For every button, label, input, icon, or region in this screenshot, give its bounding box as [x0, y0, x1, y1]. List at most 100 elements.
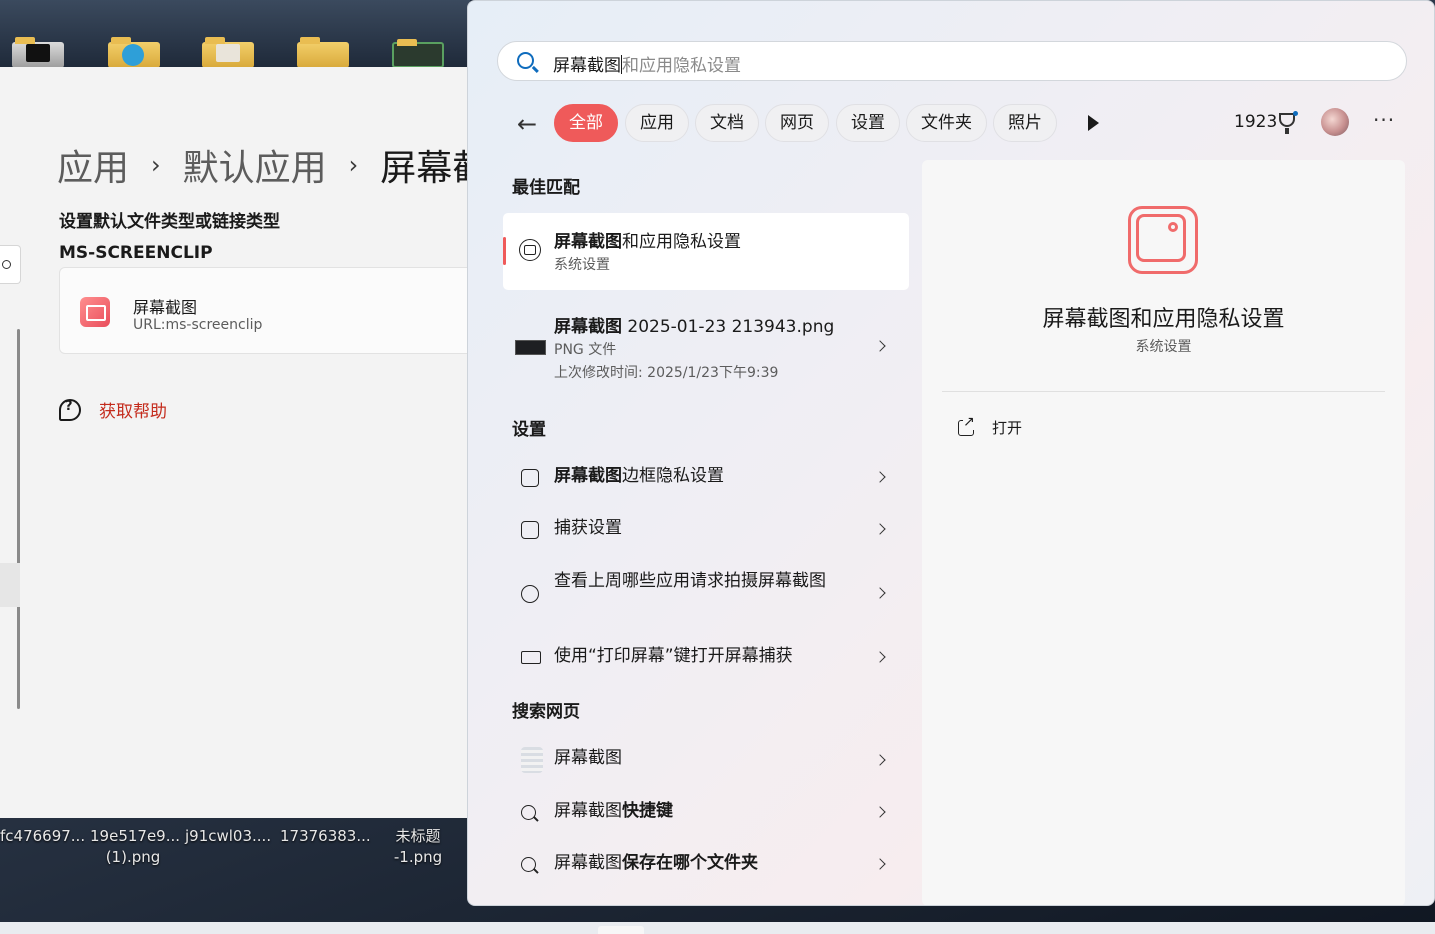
- filter-bar: ← 全部 应用 文档 网页 设置 文件夹 照片 1923 ···: [468, 104, 1434, 142]
- scrollbar[interactable]: [17, 329, 20, 709]
- file-title: 屏幕截图 2025-01-23 213943.png: [554, 312, 834, 337]
- result-label: 屏幕截图边框隐私设置: [554, 464, 724, 489]
- file-title-rest: 2025-01-23 213943.png: [622, 317, 835, 337]
- search-suggestion-text: 和应用隐私设置: [622, 56, 741, 76]
- file-name: 17376383...: [280, 827, 371, 845]
- selection-indicator: [503, 237, 506, 265]
- open-button[interactable]: 打开: [958, 413, 1022, 438]
- best-match-heading: 最佳匹配: [512, 178, 580, 198]
- desktop-app-icon[interactable]: [392, 38, 444, 67]
- desktop-folder-icon[interactable]: [108, 37, 160, 67]
- privacy-image-icon: [519, 239, 541, 261]
- desktop-file[interactable]: 未标题 -1.png: [390, 826, 446, 868]
- result-subtitle: 系统设置: [554, 257, 610, 273]
- result-plain: 屏幕截图: [554, 801, 622, 821]
- rewards-points[interactable]: 1923: [1234, 112, 1277, 132]
- app-url: URL:ms-screenclip: [133, 317, 263, 333]
- file-title-bold: 屏幕截图: [554, 317, 622, 337]
- file-result[interactable]: 屏幕截图 2025-01-23 213943.png PNG 文件 上次修改时间…: [503, 304, 909, 388]
- get-help-link[interactable]: 获取帮助: [59, 397, 167, 422]
- desktop-file[interactable]: 17376383...: [280, 826, 371, 847]
- notification-dot: [1293, 111, 1298, 116]
- result-detail-pane: 屏幕截图和应用隐私设置 系统设置 打开: [922, 160, 1405, 905]
- desktop-file[interactable]: fc476697...: [0, 826, 86, 847]
- nav-selection-indicator: [0, 563, 20, 607]
- image-thumbnail: [515, 340, 546, 355]
- desktop-file[interactable]: j91cwl03....: [185, 826, 271, 847]
- best-match-result[interactable]: 屏幕截图和应用隐私设置 系统设置: [503, 213, 909, 290]
- privacy-image-icon: [1128, 206, 1198, 274]
- filter-photos[interactable]: 照片: [993, 104, 1057, 142]
- search-icon[interactable]: [0, 245, 21, 284]
- filter-web[interactable]: 网页: [765, 104, 829, 142]
- breadcrumb-item-apps[interactable]: 应用: [57, 139, 129, 191]
- app-name: 屏幕截图: [133, 298, 198, 317]
- avatar[interactable]: [1321, 108, 1349, 136]
- desktop-folder-icon[interactable]: [297, 37, 349, 67]
- snipping-tool-icon: [80, 297, 110, 327]
- web-result[interactable]: 屏幕截图保存在哪个文件夹: [503, 851, 909, 877]
- settings-heading: 设置: [512, 420, 546, 440]
- more-options-icon[interactable]: ···: [1373, 108, 1395, 132]
- breadcrumb-item-default-apps[interactable]: 默认应用: [183, 139, 327, 191]
- result-plain: 屏幕截图: [554, 853, 622, 873]
- search-icon: [521, 805, 536, 820]
- filter-settings[interactable]: 设置: [836, 104, 900, 142]
- more-filters-arrow-icon[interactable]: [1088, 115, 1099, 131]
- filter-documents[interactable]: 文档: [695, 104, 759, 142]
- web-search-heading: 搜索网页: [512, 702, 580, 722]
- result-title-rest: 和应用隐私设置: [622, 232, 741, 252]
- web-result[interactable]: 屏幕截图: [503, 746, 909, 774]
- file-type: PNG 文件: [554, 342, 617, 358]
- search-query: 屏幕截图和应用隐私设置: [553, 51, 741, 76]
- default-app-card[interactable]: 屏幕截图 URL:ms-screenclip: [59, 267, 470, 354]
- taskbar-button[interactable]: [598, 926, 644, 934]
- result-title-bold: 屏幕截图: [554, 232, 622, 252]
- chevron-right-icon[interactable]: [874, 523, 886, 535]
- detail-title: 屏幕截图和应用隐私设置: [1042, 307, 1285, 332]
- file-modified: 上次修改时间: 2025/1/23下午9:39: [554, 365, 779, 381]
- chevron-right-icon: ›: [348, 151, 359, 179]
- file-name-line2: (1).png: [105, 848, 161, 866]
- file-name: 19e517e9...: [90, 827, 181, 845]
- get-help-label: 获取帮助: [99, 402, 167, 422]
- settings-result[interactable]: 查看上周哪些应用请求拍摄屏幕截图: [503, 569, 909, 619]
- result-label: 屏幕截图快捷键: [554, 799, 673, 824]
- chevron-right-icon[interactable]: [874, 587, 886, 599]
- chevron-right-icon[interactable]: [874, 806, 886, 818]
- section-heading: 设置默认文件类型或链接类型: [59, 212, 280, 232]
- result-bold: 屏幕截图: [554, 466, 622, 486]
- chevron-right-icon[interactable]: [874, 858, 886, 870]
- web-page-thumbnail-icon: [521, 747, 543, 773]
- chevron-right-icon[interactable]: [874, 340, 886, 352]
- result-bold: 保存在哪个文件夹: [622, 853, 758, 873]
- chevron-right-icon[interactable]: [874, 471, 886, 483]
- breadcrumb: 应用 › 默认应用 › 屏幕截: [57, 139, 470, 191]
- back-arrow-icon[interactable]: ←: [517, 110, 537, 138]
- search-icon: [517, 52, 534, 69]
- result-label: 使用“打印屏幕”键打开屏幕捕获: [554, 646, 793, 666]
- file-name: j91cwl03....: [185, 827, 272, 845]
- file-name: fc476697...: [0, 827, 86, 845]
- result-rest: 边框隐私设置: [622, 466, 724, 486]
- web-result[interactable]: 屏幕截图快捷键: [503, 799, 909, 825]
- chevron-right-icon[interactable]: [874, 754, 886, 766]
- chevron-right-icon[interactable]: [874, 651, 886, 663]
- search-typed-text: 屏幕截图: [553, 56, 621, 76]
- settings-result[interactable]: 捕获设置: [503, 516, 909, 542]
- breadcrumb-item-current: 屏幕截: [380, 148, 470, 189]
- settings-window: 应用 › 默认应用 › 屏幕截 设置默认文件类型或链接类型 MS-SCREENC…: [0, 67, 470, 818]
- desktop-folder-icon[interactable]: [202, 37, 254, 67]
- search-input[interactable]: 屏幕截图和应用隐私设置: [497, 41, 1407, 81]
- detail-subtitle: 系统设置: [1135, 339, 1192, 355]
- filter-folders[interactable]: 文件夹: [906, 104, 987, 142]
- desktop-file-icon[interactable]: [12, 37, 64, 67]
- filter-all[interactable]: 全部: [554, 104, 618, 142]
- result-label: 查看上周哪些应用请求拍摄屏幕截图: [554, 571, 826, 591]
- desktop-file[interactable]: 19e517e9... (1).png: [90, 826, 180, 868]
- capture-icon: [521, 521, 539, 539]
- settings-result[interactable]: 屏幕截图边框隐私设置: [503, 464, 909, 490]
- desktop-files: fc476697... 19e517e9... (1).png j91cwl03.…: [0, 818, 470, 922]
- settings-result[interactable]: 使用“打印屏幕”键打开屏幕捕获: [503, 644, 909, 670]
- filter-apps[interactable]: 应用: [625, 104, 689, 142]
